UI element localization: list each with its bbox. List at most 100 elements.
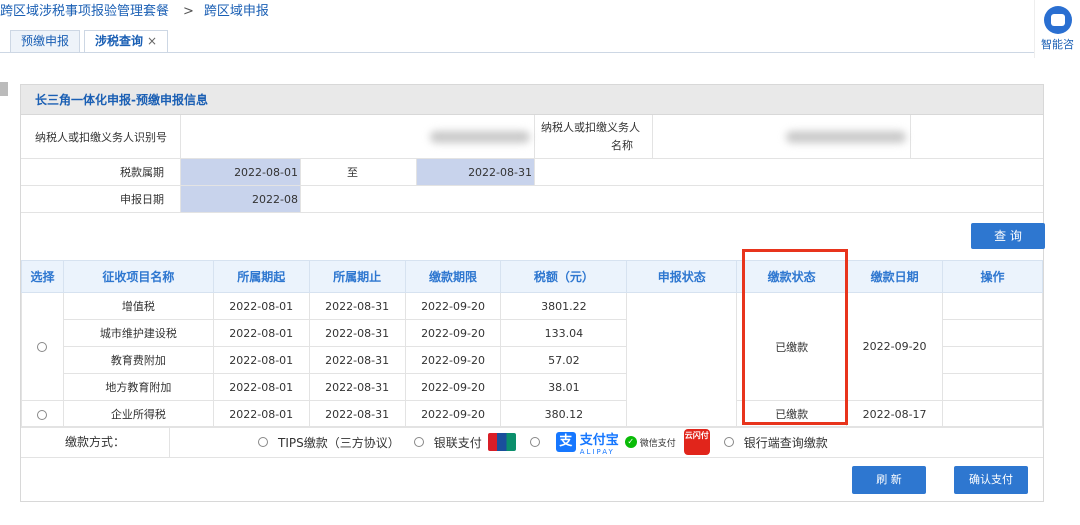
sidebar-toggle[interactable] — [0, 82, 8, 96]
col-amount: 税额（元） — [500, 260, 628, 293]
taxpayer-name-label-line1: 纳税人或扣缴义务人 — [541, 120, 640, 134]
taxpayer-name-label-line2: 名称 — [611, 138, 633, 152]
taxpayer-name-value — [653, 115, 911, 158]
confirm-pay-button[interactable]: 确认支付 — [954, 466, 1028, 494]
period-start-input[interactable]: 2022-08-01 — [181, 159, 301, 185]
tab-label: 涉税查询 — [95, 34, 144, 48]
taxpayer-name-label: 纳税人或扣缴义务人 名称 — [535, 115, 653, 158]
empty-cell — [911, 115, 1043, 158]
tax-period-row: 税款属期 2022-08-01 至 2022-08-31 — [21, 159, 1043, 186]
actions-cell — [942, 292, 1043, 320]
actions-cell — [942, 346, 1043, 374]
radio-tips[interactable] — [258, 437, 268, 447]
deadline: 2022-09-20 — [404, 292, 502, 320]
empty-cell — [535, 159, 1043, 185]
breadcrumb-root[interactable]: 跨区域涉税事项报验管理套餐 — [0, 0, 169, 24]
period-end-input[interactable]: 2022-08-31 — [417, 159, 535, 185]
radio-unionpay[interactable] — [413, 437, 424, 447]
actions-cell — [942, 373, 1043, 401]
app-window: 跨区域涉税事项报验管理套餐 > 跨区域申报 智能咨 预缴申报 涉税查询 × 长三角一体… — [0, 0, 1080, 525]
col-select: 选择 — [21, 260, 64, 293]
col-declare-status: 申报状态 — [626, 260, 738, 293]
radio-bank-query[interactable] — [723, 437, 734, 447]
period-start: 2022-08-01 — [212, 346, 310, 374]
declare-status-cell — [626, 292, 738, 428]
declare-date-label: 申报日期 — [21, 186, 181, 212]
tab-prepay-declare[interactable]: 预缴申报 — [10, 30, 81, 52]
wechat-label: 微信支付 — [639, 438, 676, 449]
tax-table: 选择 征收项目名称 所属期起 所属期止 缴款期限 税额（元） 申报状态 缴款状态… — [21, 260, 1043, 428]
pay-date-group1: 2022-09-20 — [846, 292, 944, 401]
item-name: 地方教育附加 — [62, 373, 214, 401]
taxpayer-row: 纳税人或扣缴义务人识别号 纳税人或扣缴义务人 名称 — [21, 115, 1043, 159]
tab-divider — [0, 52, 1034, 53]
period-end: 2022-08-31 — [308, 292, 406, 320]
option-bank-query[interactable]: 银行端查询缴款 — [723, 434, 828, 451]
deadline: 2022-09-20 — [404, 319, 502, 347]
select-cell — [21, 292, 64, 401]
payment-method-row: 缴款方式： TIPS缴款（三方协议） 银联支付 支支付宝 ALIPAY ✓ 微信支付… — [21, 426, 1043, 458]
item-name: 企业所得税 — [62, 400, 214, 428]
col-period-start: 所属期起 — [212, 260, 310, 293]
tab-tax-query[interactable]: 涉税查询 × — [84, 30, 169, 52]
period-to-label: 至 — [301, 159, 417, 185]
option-tips[interactable]: TIPS缴款（三方协议） — [258, 434, 400, 451]
breadcrumb-current[interactable]: 跨区域申报 — [204, 0, 269, 24]
alipay-sub-label: ALIPAY — [579, 447, 615, 456]
period-start: 2022-08-01 — [212, 319, 310, 347]
item-name: 城市维护建设税 — [62, 319, 214, 347]
redacted-name — [786, 130, 906, 143]
panel-title: 长三角一体化申报-预缴申报信息 — [21, 85, 1043, 115]
tab-bar: 预缴申报 涉税查询 × — [10, 30, 172, 52]
amount: 38.01 — [500, 373, 628, 401]
breadcrumb: 跨区域涉税事项报验管理套餐 > 跨区域申报 — [0, 0, 269, 26]
unionpay-logo-icon — [487, 433, 516, 451]
option-qr-pay[interactable]: 支支付宝 ALIPAY ✓ 微信支付 云闪付 — [529, 429, 724, 456]
col-deadline: 缴款期限 — [404, 260, 502, 293]
col-actions: 操作 — [942, 260, 1043, 293]
headset-icon — [1043, 6, 1072, 34]
actions-cell — [942, 400, 1043, 428]
payment-method-label: 缴款方式： — [21, 426, 170, 458]
col-period-end: 所属期止 — [308, 260, 406, 293]
amount: 133.04 — [500, 319, 628, 347]
select-cell — [21, 400, 64, 428]
table-row: 企业所得税 2022-08-01 2022-08-31 2022-09-20 3… — [21, 400, 1043, 428]
period-end: 2022-08-31 — [308, 400, 406, 428]
alipay-label: 支付宝 — [579, 432, 619, 448]
pay-status-highlight — [742, 249, 848, 425]
declare-date-row: 申报日期 2022-08 — [21, 186, 1043, 213]
deadline: 2022-09-20 — [404, 400, 502, 428]
close-icon[interactable]: × — [147, 34, 157, 48]
tab-label: 预缴申报 — [21, 34, 70, 48]
item-name: 增值税 — [62, 292, 214, 320]
actions-cell — [942, 319, 1043, 347]
item-name: 教育费附加 — [62, 346, 214, 374]
option-tips-label: TIPS缴款（三方协议） — [278, 435, 400, 450]
col-pay-date: 缴款日期 — [846, 260, 944, 293]
declare-date-input[interactable]: 2022-08 — [181, 186, 301, 212]
breadcrumb-separator: > — [183, 4, 194, 19]
period-start: 2022-08-01 — [212, 292, 310, 320]
option-bank-query-label: 银行端查询缴款 — [743, 435, 828, 450]
deadline: 2022-09-20 — [404, 373, 502, 401]
smart-assistant-button[interactable]: 智能咨 — [1034, 0, 1080, 58]
smart-assistant-label: 智能咨 — [1041, 38, 1074, 51]
radio-qr-pay[interactable] — [529, 437, 540, 447]
option-unionpay[interactable]: 银联支付 — [413, 433, 516, 451]
select-radio-group2[interactable] — [37, 409, 48, 420]
amount: 3801.22 — [500, 292, 628, 320]
wechat-pay-icon: ✓ 微信支付 — [624, 436, 676, 449]
select-radio-group1[interactable] — [37, 342, 48, 352]
pay-date-group2: 2022-08-17 — [846, 400, 944, 428]
declare-info-panel: 长三角一体化申报-预缴申报信息 纳税人或扣缴义务人识别号 纳税人或扣缴义务人 名… — [20, 84, 1045, 502]
taxpayer-id-label: 纳税人或扣缴义务人识别号 — [21, 115, 181, 158]
query-button[interactable]: 查 询 — [971, 223, 1045, 249]
amount: 57.02 — [500, 346, 628, 374]
table-row: 增值税 2022-08-01 2022-08-31 2022-09-20 380… — [21, 292, 1043, 428]
period-end: 2022-08-31 — [308, 346, 406, 374]
table-header: 选择 征收项目名称 所属期起 所属期止 缴款期限 税额（元） 申报状态 缴款状态… — [21, 260, 1043, 293]
empty-cell — [301, 186, 1043, 212]
taxpayer-id-value — [181, 115, 535, 158]
refresh-button[interactable]: 刷 新 — [852, 466, 926, 494]
